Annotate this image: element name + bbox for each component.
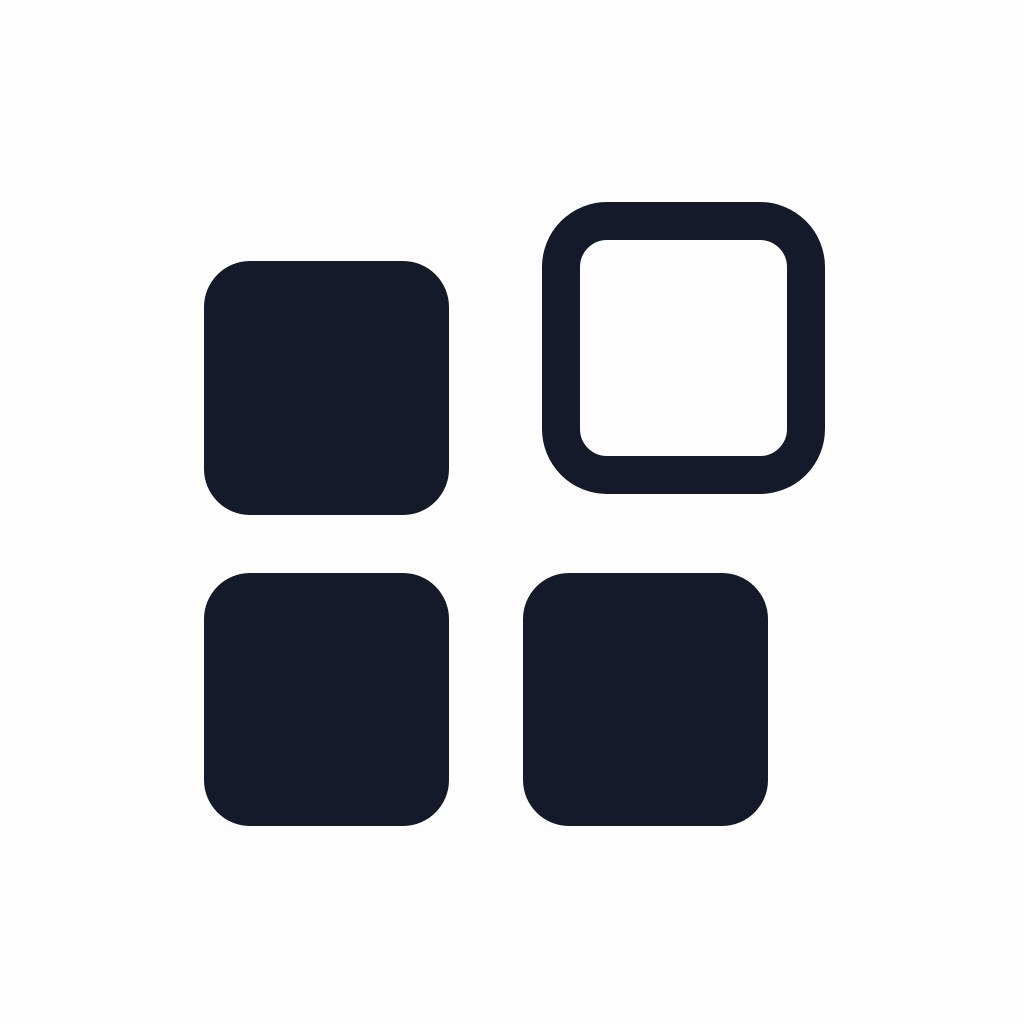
apps-icon [0, 0, 1024, 1024]
apps-grid-icon [0, 0, 1024, 1024]
icon-background [0, 0, 1024, 1024]
icon-canvas [0, 0, 1024, 1024]
top-left-tile [204, 261, 449, 515]
bottom-right-tile [523, 573, 768, 826]
bottom-left-tile [204, 573, 449, 826]
